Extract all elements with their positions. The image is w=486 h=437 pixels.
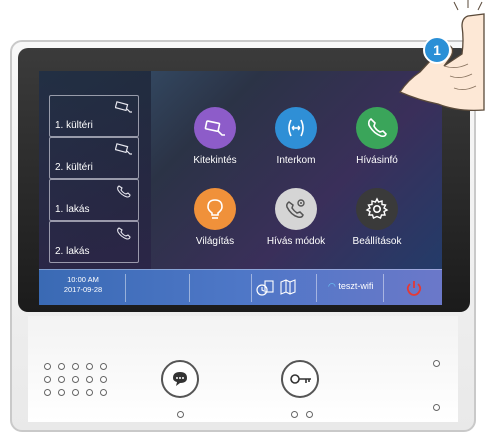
contact-label: 1. kültéri — [55, 120, 93, 131]
indicator-led — [433, 404, 440, 411]
intercom-arrows-icon — [288, 119, 304, 137]
app-interkom[interactable]: Interkom — [251, 107, 341, 193]
status-divider — [383, 274, 384, 302]
unlock-button[interactable] — [281, 360, 319, 398]
clock-time: 10:00 AM — [67, 275, 99, 284]
contact-list: 1. kültéri 2. kültéri 1. lakás 2. lakás — [39, 71, 151, 269]
app-label: Beállítások — [352, 236, 402, 247]
indicator-led — [291, 411, 298, 418]
app-label: Hívás módok — [266, 236, 326, 247]
indicator-led — [177, 411, 184, 418]
control-panel — [28, 316, 458, 422]
speaker-hole — [86, 363, 93, 370]
speaker-hole — [86, 389, 93, 396]
phone-icon — [117, 227, 131, 240]
app-icon-circle — [356, 107, 398, 149]
key-icon — [290, 374, 311, 384]
speaker-hole — [100, 376, 107, 383]
phone-icon — [367, 117, 387, 138]
map-icon[interactable] — [279, 278, 297, 296]
speaker-hole — [72, 363, 79, 370]
app-icon-circle — [194, 107, 236, 149]
gear-icon — [365, 197, 389, 219]
app-beallitasok[interactable]: Beállítások — [332, 188, 422, 274]
talk-button[interactable] — [161, 360, 199, 398]
camera-icon — [204, 120, 225, 136]
contact-outdoor-2[interactable]: 2. kültéri — [49, 137, 139, 179]
speaker-hole — [86, 376, 93, 383]
wifi-name: teszt-wifi — [338, 281, 374, 291]
app-icon-circle — [275, 107, 317, 149]
speaker-hole — [72, 376, 79, 383]
camera-icon — [115, 101, 132, 113]
status-divider — [251, 274, 252, 302]
monitor-clock-icon[interactable] — [255, 278, 275, 298]
speaker-hole — [58, 389, 65, 396]
app-icon-circle — [356, 188, 398, 230]
app-hivas-modok[interactable]: Hívás módok — [251, 188, 341, 274]
power-icon[interactable] — [405, 279, 423, 297]
contact-label: 1. lakás — [55, 204, 90, 215]
contact-label: 2. kültéri — [55, 162, 93, 173]
speaker-hole — [72, 389, 79, 396]
status-bar: 10:00 AM 2017-09-28 ◠ teszt-wifi — [39, 269, 442, 305]
speech-bubble-icon — [173, 372, 187, 386]
app-label: Hívásinfó — [356, 155, 398, 166]
status-divider — [125, 274, 126, 302]
contact-apartment-2[interactable]: 2. lakás — [49, 221, 139, 263]
contact-label: 2. lakás — [55, 246, 90, 257]
speaker-hole — [58, 363, 65, 370]
clock-date: 2017-09-28 — [63, 285, 103, 294]
speaker-hole — [100, 363, 107, 370]
app-icon-circle — [275, 188, 317, 230]
contact-outdoor-1[interactable]: 1. kültéri — [49, 95, 139, 137]
app-kitekintes[interactable]: Kitekintés — [170, 107, 260, 193]
indicator-led — [306, 411, 313, 418]
indicator-led — [433, 360, 440, 367]
app-label: Világítás — [195, 236, 235, 247]
app-vilagitas[interactable]: Világítás — [170, 188, 260, 274]
camera-icon — [115, 143, 132, 155]
touch-screen: 1. kültéri 2. kültéri 1. lakás 2. lakás … — [39, 71, 442, 305]
wifi-status[interactable]: ◠ teszt-wifi — [328, 281, 373, 292]
status-divider — [316, 274, 317, 302]
phone-icon — [117, 185, 131, 198]
contact-apartment-1[interactable]: 1. lakás — [49, 179, 139, 221]
speaker-hole — [44, 389, 51, 396]
clock: 10:00 AM 2017-09-28 — [53, 275, 113, 295]
step-callout-badge: 1 — [423, 36, 451, 64]
status-divider — [189, 274, 190, 302]
app-icon-circle — [194, 188, 236, 230]
step-number: 1 — [433, 42, 441, 58]
speaker-hole — [44, 376, 51, 383]
bulb-icon — [207, 199, 223, 219]
speaker-hole — [44, 363, 51, 370]
speaker-hole — [100, 389, 107, 396]
phone-settings-icon — [286, 199, 305, 218]
app-label: Interkom — [276, 155, 316, 166]
speaker-hole — [58, 376, 65, 383]
app-label: Kitekintés — [193, 155, 237, 166]
wifi-icon: ◠ — [328, 281, 336, 291]
